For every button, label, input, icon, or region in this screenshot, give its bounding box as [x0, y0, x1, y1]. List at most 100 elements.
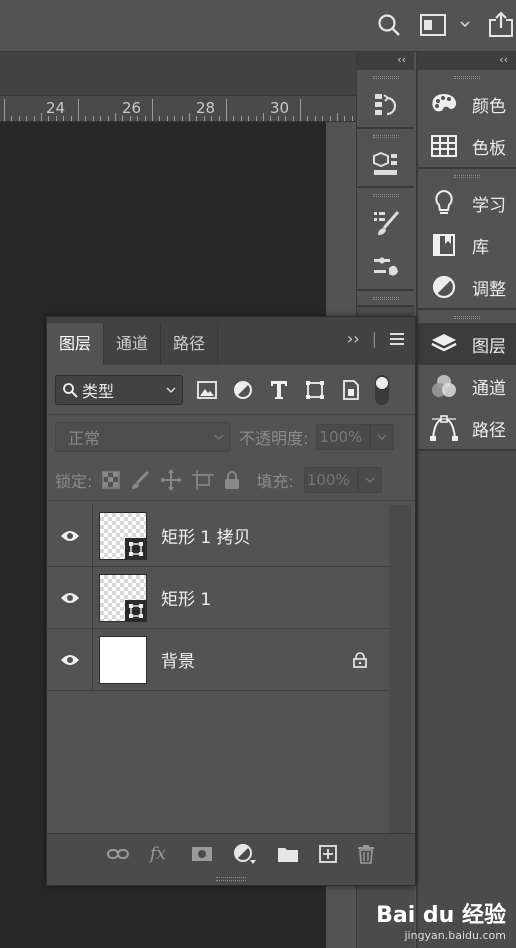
link-icon[interactable]	[107, 847, 129, 861]
history-button[interactable]	[357, 83, 415, 127]
visibility-toggle[interactable]	[47, 566, 93, 629]
ruler-tick	[85, 116, 86, 121]
opacity-field[interactable]: 100%	[316, 424, 395, 450]
grip-handle[interactable]	[372, 135, 399, 138]
chevron-down-icon[interactable]	[459, 19, 471, 29]
brush-presets-button[interactable]	[357, 245, 415, 289]
brush-settings-button[interactable]	[357, 201, 415, 245]
brush-settings-icon	[374, 211, 400, 235]
lock-icon[interactable]	[353, 651, 367, 668]
dock-group	[357, 70, 414, 129]
ruler-tick	[122, 116, 123, 121]
search-icon[interactable]	[376, 12, 402, 38]
layer-name[interactable]: 背景	[161, 647, 353, 672]
filter-shape-button[interactable]	[303, 378, 327, 402]
filter-pixel-button[interactable]	[195, 378, 219, 402]
ruler-tick	[159, 116, 160, 121]
tab-channels[interactable]: 通道	[104, 323, 162, 365]
fill-dropdown[interactable]	[357, 466, 382, 493]
grip-handle[interactable]	[454, 76, 480, 79]
library-icon	[430, 231, 458, 259]
dock-collapse-button[interactable]: ‹‹	[357, 52, 414, 70]
panel-item-label: 路径	[472, 420, 506, 441]
layer-row[interactable]: 矩形 1 拷贝	[47, 504, 389, 567]
panels-collapse-button[interactable]: ‹‹	[418, 52, 516, 70]
ruler-tick	[300, 99, 301, 121]
blend-mode-select[interactable]: 正常	[55, 422, 231, 452]
layer-name[interactable]: 矩形 1	[161, 585, 389, 610]
layers-icon	[430, 330, 458, 358]
panel-item-label: 色板	[472, 138, 506, 159]
layer-row[interactable]: 背景	[47, 628, 389, 691]
panel-item-channels[interactable]: 通道	[418, 365, 516, 407]
tab-layers[interactable]: 图层	[47, 323, 105, 365]
ruler-tick	[48, 116, 49, 121]
panel-menu-icon[interactable]	[389, 332, 405, 346]
layers-panel-tabbar: 图层 通道 路径 ›› |	[47, 317, 415, 365]
ruler-tick	[93, 116, 94, 121]
layer-name[interactable]: 矩形 1 拷贝	[161, 523, 389, 548]
panel-resize-grip[interactable]	[47, 873, 415, 885]
filter-type-button[interactable]	[267, 378, 291, 402]
ruler-tick	[315, 116, 316, 121]
opacity-value[interactable]: 100%	[316, 424, 371, 450]
chevron-down-icon	[365, 477, 375, 483]
fill-label: 填充:	[256, 471, 294, 491]
ruler-tick	[167, 116, 168, 121]
adjustment-layer-icon[interactable]	[233, 843, 257, 865]
trash-icon[interactable]	[357, 844, 375, 864]
ruler-tick	[130, 116, 131, 121]
opacity-label: 不透明度:	[239, 429, 309, 448]
panel-item-label: 通道	[472, 378, 506, 399]
panel-item-learn[interactable]: 学习	[418, 182, 516, 224]
divider: |	[371, 329, 377, 348]
visibility-toggle[interactable]	[47, 628, 93, 691]
layer-list-scrollbar[interactable]	[389, 505, 411, 835]
filter-adjustment-button[interactable]	[231, 378, 255, 402]
panel-item-layers[interactable]: 图层	[418, 323, 516, 365]
lock-all-icon[interactable]	[224, 470, 240, 490]
grip-handle[interactable]	[372, 194, 399, 197]
expand-panel-button[interactable]: ››	[347, 329, 360, 348]
panel-item-paths[interactable]: 路径	[418, 407, 516, 449]
mask-icon[interactable]	[191, 846, 213, 862]
grip-handle[interactable]	[372, 76, 399, 79]
filter-smart-object-button[interactable]	[339, 378, 363, 402]
panel-group-layers: 图层 通道 路径	[418, 310, 516, 451]
image-icon	[197, 380, 217, 399]
grip-handle[interactable]	[454, 175, 480, 178]
ruler-tick	[26, 116, 27, 121]
tabbar-controls: ›› |	[347, 329, 405, 348]
layer-filter-row: 类型	[47, 365, 415, 415]
panel-item-library[interactable]: 库	[418, 224, 516, 266]
filter-toggle[interactable]	[375, 374, 389, 405]
fill-field[interactable]: 100%	[303, 466, 382, 493]
fx-icon[interactable]: fx	[149, 844, 171, 864]
tab-paths[interactable]: 路径	[161, 323, 219, 365]
panel-item-adjustments[interactable]: 调整	[418, 266, 516, 308]
new-layer-icon[interactable]	[319, 844, 337, 863]
filter-kind-select[interactable]: 类型	[55, 374, 183, 405]
panel-item-swatches[interactable]: 色板	[418, 125, 516, 167]
group-folder-icon[interactable]	[277, 845, 299, 863]
visibility-toggle[interactable]	[47, 504, 93, 567]
ruler-tick	[248, 116, 249, 121]
document-tab-row	[0, 52, 356, 96]
panel-item-label: 学习	[472, 195, 506, 216]
lock-pixels-icon[interactable]	[130, 470, 150, 490]
ruler-tick	[115, 113, 116, 121]
opacity-dropdown[interactable]	[370, 424, 395, 450]
panel-item-color[interactable]: 颜色	[418, 83, 516, 125]
grip-handle[interactable]	[372, 297, 399, 300]
ruler-tick	[278, 116, 279, 121]
share-icon[interactable]	[488, 10, 514, 38]
lock-artboard-icon[interactable]	[192, 469, 215, 490]
lock-position-icon[interactable]	[160, 468, 183, 491]
lock-transparent-icon[interactable]	[102, 470, 121, 489]
3d-button[interactable]	[357, 142, 415, 186]
fill-value[interactable]: 100%	[303, 466, 358, 493]
grip-handle[interactable]	[454, 316, 480, 319]
layer-row[interactable]: 矩形 1	[47, 566, 389, 629]
workspace-icon[interactable]	[420, 14, 446, 36]
lightbulb-icon	[430, 189, 458, 217]
